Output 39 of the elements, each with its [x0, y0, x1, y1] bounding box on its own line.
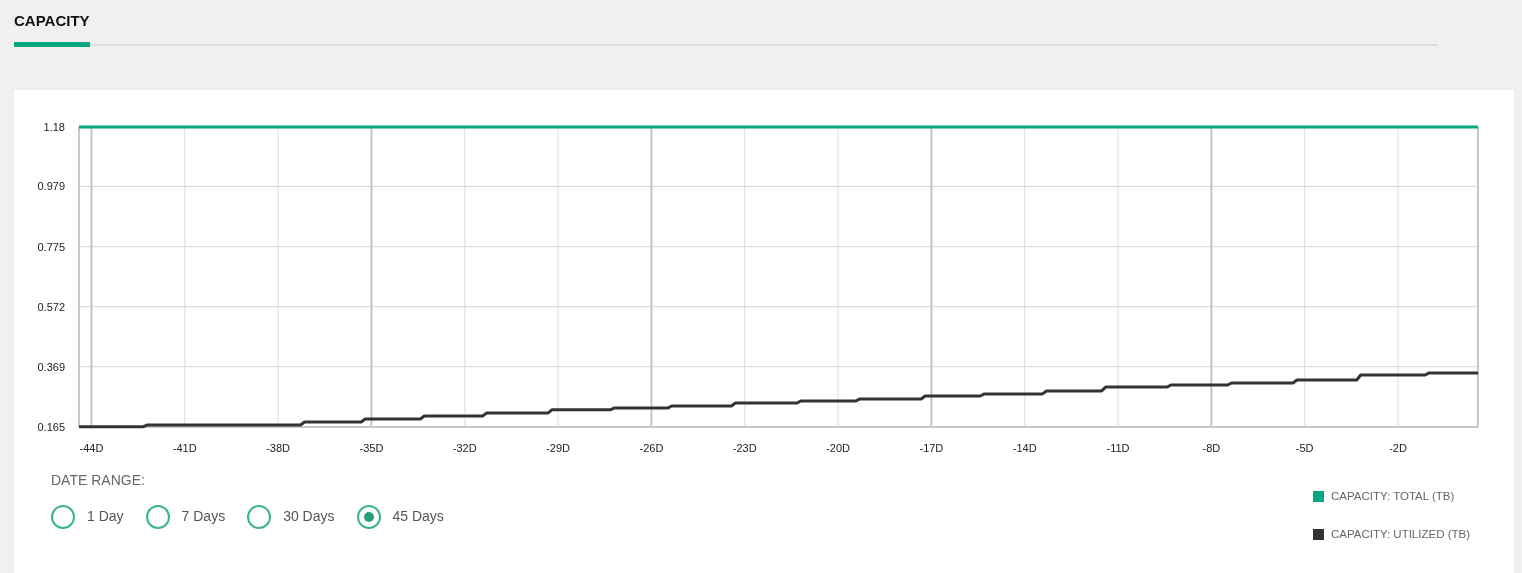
capacity-tab[interactable]: CAPACITY: [14, 10, 90, 47]
radio-label[interactable]: 7 Days: [181, 506, 226, 527]
legend-label: CAPACITY: TOTAL (TB): [1330, 488, 1455, 504]
date-range-option[interactable]: 30 Days: [247, 504, 335, 529]
y-axis-tick-label: 1.18: [43, 120, 65, 133]
x-axis-tick-label: -11D: [1106, 441, 1130, 454]
radio-label[interactable]: 1 Day: [87, 506, 124, 527]
x-axis-tick-label: -20D: [826, 441, 850, 454]
legend-swatch: [1312, 528, 1324, 540]
y-axis-tick-label: 0.165: [37, 420, 65, 433]
x-axis-tick-label: -5D: [1295, 441, 1314, 454]
x-axis-tick-label: -14D: [1012, 441, 1037, 454]
x-axis-tick-label: -29D: [546, 441, 570, 454]
date-range-label: DATE RANGE:: [51, 470, 146, 490]
radio-label[interactable]: 30 Days: [283, 506, 335, 527]
legend-swatch: [1312, 490, 1324, 502]
y-axis-tick-label: 0.979: [37, 179, 65, 192]
x-axis-tick-label: -8D: [1202, 441, 1221, 454]
x-axis-tick-label: -26D: [639, 441, 664, 454]
y-axis-tick-label: 0.572: [37, 300, 65, 313]
x-axis-tick-label: -17D: [919, 441, 944, 454]
x-axis-tick-label: -41D: [172, 441, 197, 454]
radio-button[interactable]: [247, 504, 272, 529]
y-axis-tick-label: 0.369: [37, 360, 65, 373]
legend-label: CAPACITY: UTILIZED (TB): [1330, 526, 1470, 542]
radio-label[interactable]: 45 Days: [392, 506, 444, 527]
radio-button[interactable]: [51, 504, 75, 529]
x-axis-tick-label: -38D: [266, 441, 290, 454]
date-range-option[interactable]: 45 Days: [356, 504, 444, 529]
date-range-option[interactable]: 7 Days: [145, 504, 226, 529]
x-axis-tick-label: -35D: [359, 441, 384, 454]
date-range-option[interactable]: 1 Day: [51, 504, 124, 529]
radio-button[interactable]: [145, 504, 170, 529]
x-axis-tick-label: -44D: [79, 441, 104, 454]
y-axis-tick-label: 0.775: [37, 240, 65, 253]
x-axis-tick-label: -23D: [732, 441, 757, 454]
x-axis-tick-label: -32D: [452, 441, 477, 454]
x-axis-tick-label: -2D: [1389, 441, 1407, 454]
radio-button[interactable]: [356, 504, 381, 529]
